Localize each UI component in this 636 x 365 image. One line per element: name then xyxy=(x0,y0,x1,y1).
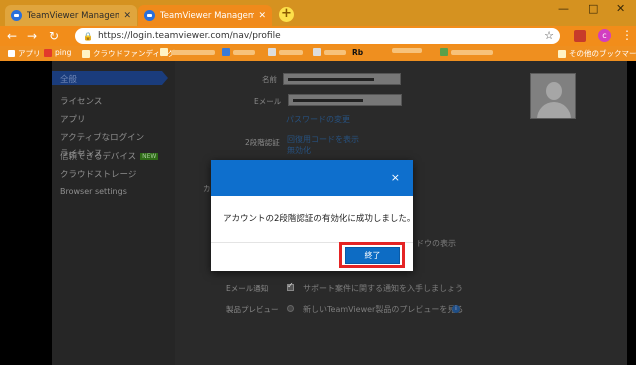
two-factor-label: 2段階認証 xyxy=(245,138,280,147)
bookmark-apps[interactable]: アプリ xyxy=(8,48,41,59)
email-field[interactable] xyxy=(288,94,402,106)
avatar-head xyxy=(546,82,562,100)
bookmark-obscured[interactable] xyxy=(440,48,493,56)
url-text: https://login.teamviewer.com/nav/profile xyxy=(97,31,281,41)
bookmark-obscured[interactable] xyxy=(313,48,346,56)
extension-icon[interactable] xyxy=(574,30,586,42)
site-icon xyxy=(222,48,230,56)
site-icon xyxy=(313,48,321,56)
info-icon[interactable]: i xyxy=(452,305,460,313)
profile-avatar[interactable]: c xyxy=(598,29,611,42)
dialog-message: アカウントの2段階認証の有効化に成功しました。 xyxy=(223,214,416,224)
page-margin-left xyxy=(0,61,52,365)
obscured-text xyxy=(171,49,215,55)
email-label: Eメール xyxy=(254,97,282,106)
forward-button[interactable]: → xyxy=(27,29,37,43)
bookmarks-bar: アプリ ping クラウドファンディング Rb その他のブックマーク xyxy=(0,46,636,61)
bookmark-other[interactable]: その他のブックマーク xyxy=(558,48,636,59)
bookmark-label: その他のブックマーク xyxy=(569,49,636,58)
obscured-text xyxy=(324,49,346,55)
chrome-menu-icon[interactable]: ⋮ xyxy=(621,28,633,42)
disable-2fa-link[interactable]: 無効化 xyxy=(287,145,311,156)
sidebar-item-trusted-devices[interactable]: 信頼できるデバイス NEW xyxy=(60,150,159,162)
ping-icon xyxy=(44,48,52,57)
folder-icon xyxy=(82,49,90,58)
browser-titlebar: TeamViewer Management Conso ✕ TeamViewer… xyxy=(0,0,636,26)
bookmark-obscured[interactable] xyxy=(268,48,303,56)
tab-close-icon[interactable]: ✕ xyxy=(123,11,131,21)
site-icon xyxy=(440,48,448,56)
sidebar-item-general[interactable]: 全般 xyxy=(52,71,168,85)
new-tab-button[interactable]: + xyxy=(279,7,294,22)
email-notify-text: サポート案件に関する通知を入手しましょう xyxy=(303,284,463,293)
avatar-body xyxy=(537,102,571,118)
bookmark-rb[interactable]: Rb xyxy=(352,48,363,57)
sidebar-item-license[interactable]: ライセンス xyxy=(60,95,102,107)
teamviewer-icon xyxy=(144,10,155,21)
bookmark-obscured[interactable] xyxy=(160,48,215,56)
browser-toolbar: ← → ↻ 🔒 https://login.teamviewer.com/nav… xyxy=(0,26,636,46)
obscured-text xyxy=(233,49,255,55)
email-notify-label: Eメール通知 xyxy=(226,284,269,293)
bookmark-label: アプリ xyxy=(18,49,41,58)
maximize-button[interactable]: □ xyxy=(588,2,598,15)
lock-icon: 🔒 xyxy=(83,31,93,41)
change-password-link[interactable]: パスワードの変更 xyxy=(286,114,350,125)
close-icon[interactable]: × xyxy=(391,172,400,183)
finish-button[interactable]: 終了 xyxy=(345,247,400,264)
tab-title: TeamViewer Management Conso xyxy=(160,10,255,21)
product-preview-text: 新しいTeamViewer製品のプレビューを見る xyxy=(303,305,464,314)
tab-teamviewer-1[interactable]: TeamViewer Management Conso ✕ xyxy=(5,5,137,26)
sidebar-item-apps[interactable]: アプリ xyxy=(60,113,86,125)
address-bar[interactable]: 🔒 https://login.teamviewer.com/nav/profi… xyxy=(75,28,560,44)
sidebar-item-browser-settings[interactable]: Browser settings xyxy=(60,187,127,196)
sidebar-item-active-logins[interactable]: アクティブなログイン xyxy=(60,131,144,143)
page-margin-right xyxy=(627,61,636,365)
site-icon xyxy=(268,48,276,56)
bookmark-obscured[interactable] xyxy=(392,48,422,53)
bookmark-label: Rb xyxy=(352,48,364,57)
dialog-header: × xyxy=(211,160,413,196)
tab-close-icon[interactable]: ✕ xyxy=(258,11,266,21)
bookmark-star-icon[interactable]: ☆ xyxy=(544,29,554,42)
tab-teamviewer-2[interactable]: TeamViewer Management Conso ✕ xyxy=(138,5,272,26)
sidebar-item-cloud-storage[interactable]: クラウドストレージ xyxy=(60,168,136,180)
product-preview-toggle[interactable] xyxy=(287,305,294,312)
window-display-text: ドウの表示 xyxy=(416,239,456,248)
new-badge: NEW xyxy=(140,153,159,160)
show-recovery-code-link[interactable]: 回復用コードを表示 xyxy=(287,134,359,145)
apps-grid-icon xyxy=(8,50,15,57)
email-notify-checkbox[interactable] xyxy=(287,281,294,291)
partial-label: カ xyxy=(203,184,211,193)
close-window-button[interactable]: ✕ xyxy=(616,2,625,15)
sidebar-item-label: 全般 xyxy=(60,75,78,85)
name-field[interactable] xyxy=(283,73,401,85)
bookmark-obscured[interactable] xyxy=(222,48,255,56)
profile-avatar-picture[interactable] xyxy=(530,73,576,119)
folder-icon xyxy=(558,49,566,58)
reload-button[interactable]: ↻ xyxy=(49,29,59,43)
tab-title: TeamViewer Management Conso xyxy=(27,10,120,21)
minimize-button[interactable]: — xyxy=(558,2,569,15)
bookmark-ping[interactable]: ping xyxy=(44,48,71,57)
obscured-text xyxy=(392,48,422,53)
product-preview-label: 製品プレビュー xyxy=(226,305,279,314)
obscured-text xyxy=(279,49,303,55)
folder-icon xyxy=(160,48,168,56)
teamviewer-icon xyxy=(11,10,22,21)
name-label: 名前 xyxy=(262,75,277,84)
obscured-text xyxy=(451,49,493,55)
bookmark-label: ping xyxy=(55,48,72,57)
back-button[interactable]: ← xyxy=(7,29,17,43)
sidebar-item-label: 信頼できるデバイス xyxy=(60,152,137,162)
